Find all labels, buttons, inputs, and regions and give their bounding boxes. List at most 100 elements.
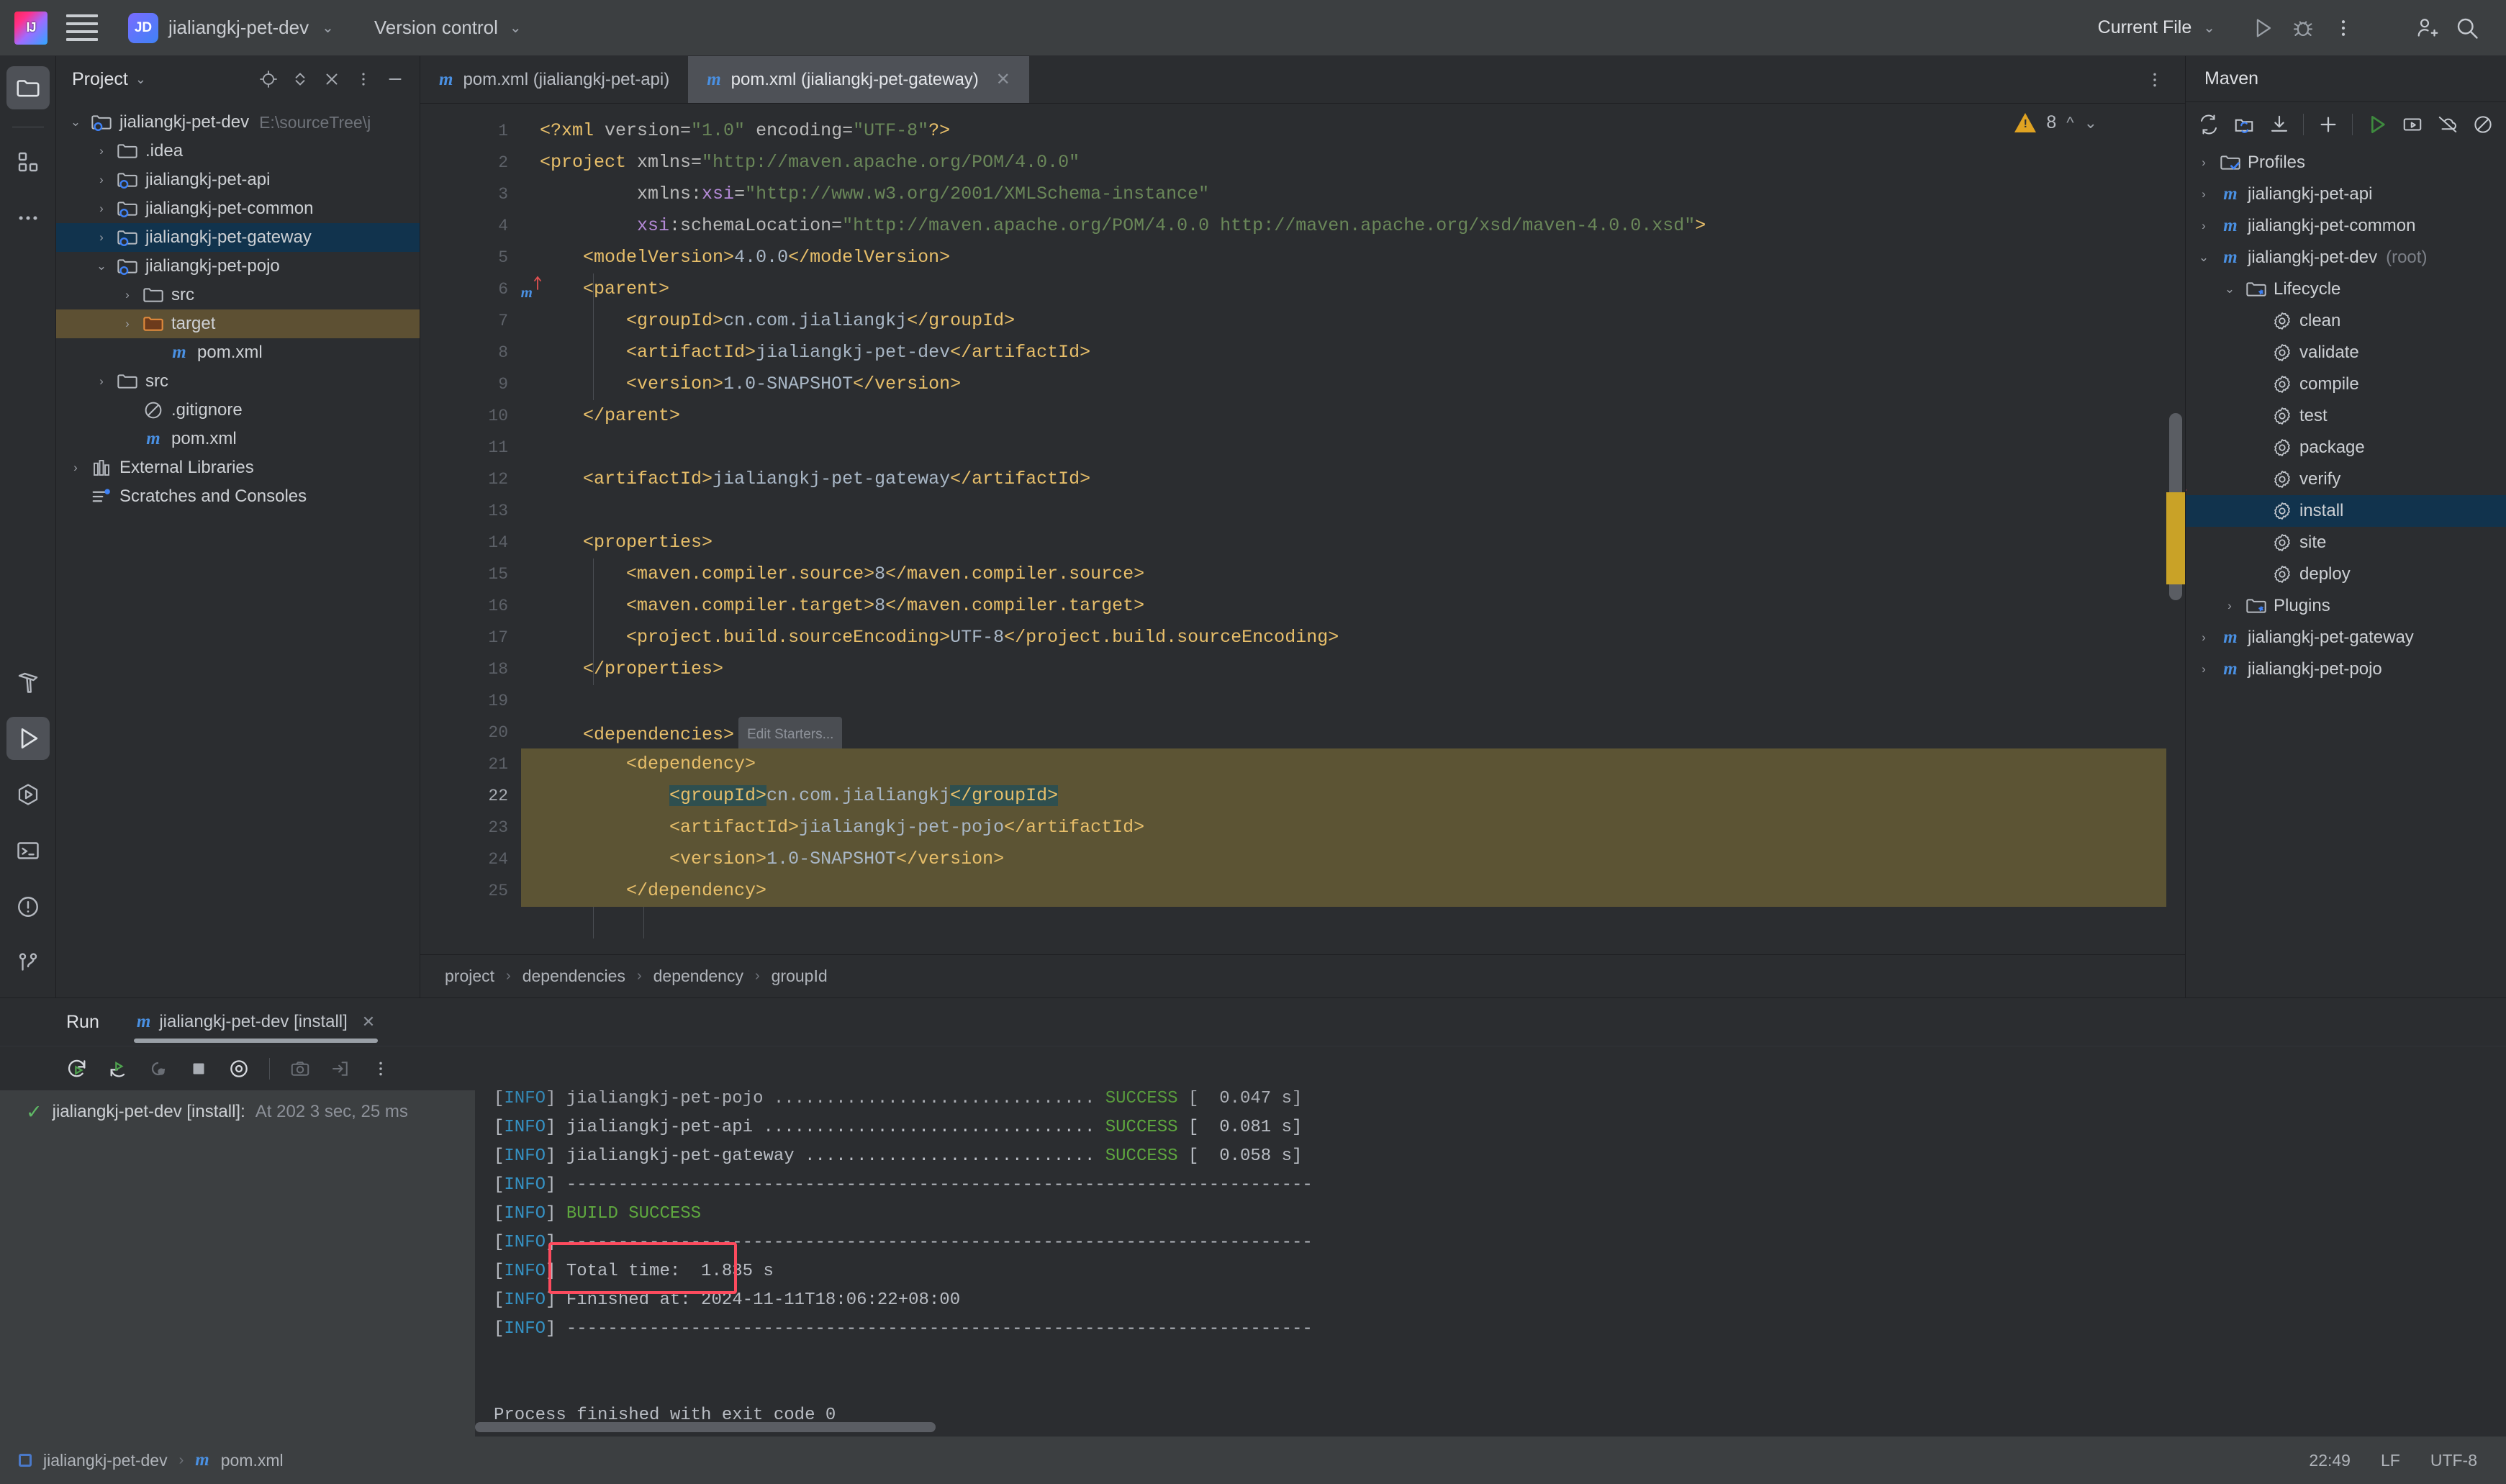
- services-icon[interactable]: [6, 773, 50, 816]
- run-tab[interactable]: m jialiangkj-pet-dev [install] ✕: [127, 998, 385, 1046]
- project-tree-item[interactable]: › target: [56, 309, 420, 338]
- stop-icon[interactable]: [181, 1051, 216, 1086]
- code-line[interactable]: [521, 432, 2185, 463]
- chevron-right-icon[interactable]: ›: [2191, 155, 2216, 170]
- project-tree-item[interactable]: › jialiangkj-pet-gateway: [56, 223, 420, 252]
- line-separator-label[interactable]: LF: [2381, 1451, 2400, 1470]
- project-tree-item[interactable]: Scratches and Consoles: [56, 482, 420, 511]
- editor-tab[interactable]: m pom.xml (jialiangkj-pet-gateway) ✕: [688, 56, 1029, 103]
- options-icon[interactable]: [349, 65, 378, 94]
- reload-project-icon[interactable]: [2227, 107, 2261, 142]
- code-line[interactable]: xsi:schemaLocation="http://maven.apache.…: [521, 210, 2185, 242]
- breadcrumb-item[interactable]: project: [445, 967, 494, 986]
- code-line[interactable]: <properties>: [521, 527, 2185, 558]
- code-line[interactable]: <maven.compiler.source>8</maven.compiler…: [521, 558, 2185, 590]
- project-tree-item[interactable]: .gitignore: [56, 396, 420, 425]
- maven-tree-item[interactable]: › m jialiangkj-pet-pojo: [2186, 653, 2506, 685]
- encoding-label[interactable]: UTF-8: [2430, 1451, 2477, 1470]
- chevron-right-icon[interactable]: ›: [2217, 599, 2242, 613]
- chevron-down-icon[interactable]: ⌄: [89, 259, 114, 273]
- maven-tree-item[interactable]: › m jialiangkj-pet-gateway: [2186, 622, 2506, 653]
- maven-tree-item[interactable]: compile: [2186, 368, 2506, 400]
- project-tree-item[interactable]: › jialiangkj-pet-api: [56, 166, 420, 194]
- problems-icon[interactable]: [6, 885, 50, 928]
- version-control-menu[interactable]: Version control ⌄: [374, 17, 522, 39]
- project-tree-item[interactable]: › .idea: [56, 137, 420, 166]
- run-icon[interactable]: [6, 717, 50, 760]
- code-line[interactable]: <dependency>: [521, 748, 2185, 780]
- editor-tab[interactable]: m pom.xml (jialiangkj-pet-api): [420, 56, 688, 103]
- code-line[interactable]: <project xmlns="http://maven.apache.org/…: [521, 147, 2185, 178]
- maven-tree-item[interactable]: validate: [2186, 337, 2506, 368]
- expand-collapse-icon[interactable]: [286, 65, 315, 94]
- project-tree-item[interactable]: › src: [56, 367, 420, 396]
- chevron-down-icon[interactable]: ⌄: [2217, 282, 2242, 297]
- chevron-down-icon[interactable]: ⌄: [63, 115, 88, 130]
- chevron-right-icon[interactable]: ›: [89, 230, 114, 245]
- toggle-soft-wrap-icon[interactable]: [222, 1051, 256, 1086]
- console-horizontal-scrollbar[interactable]: [475, 1422, 936, 1432]
- toggle-offline-icon[interactable]: [2431, 107, 2465, 142]
- chevron-down-icon[interactable]: ⌄: [2084, 114, 2097, 132]
- chevron-right-icon[interactable]: ›: [2191, 219, 2216, 233]
- maven-tree-item[interactable]: › m jialiangkj-pet-common: [2186, 210, 2506, 242]
- chevron-right-icon[interactable]: ›: [63, 461, 88, 475]
- editor-scrollbar[interactable]: [2166, 104, 2185, 954]
- project-tree-item[interactable]: › src: [56, 281, 420, 309]
- code-line[interactable]: </dependency>: [521, 875, 2185, 907]
- chevron-right-icon[interactable]: ›: [2191, 662, 2216, 677]
- more-vertical-icon[interactable]: [2140, 65, 2169, 94]
- maven-tree-item[interactable]: ⌄ Lifecycle: [2186, 273, 2506, 305]
- maven-tree-item[interactable]: › Profiles: [2186, 147, 2506, 178]
- code-line[interactable]: </parent>: [521, 400, 2185, 432]
- debug-icon[interactable]: [2283, 8, 2323, 48]
- collapse-all-icon[interactable]: [317, 65, 346, 94]
- hamburger-menu-icon[interactable]: [66, 12, 98, 44]
- rerun-failed-icon[interactable]: [101, 1051, 135, 1086]
- code-line[interactable]: <artifactId>jialiangkj-pet-pojo</artifac…: [521, 812, 2185, 843]
- hide-icon[interactable]: [381, 65, 410, 94]
- code-line[interactable]: [521, 495, 2185, 527]
- skip-tests-icon[interactable]: [2466, 107, 2500, 142]
- reload-all-icon[interactable]: [2191, 107, 2225, 142]
- project-tree-item[interactable]: m pom.xml: [56, 425, 420, 453]
- maven-tree-item[interactable]: site: [2186, 527, 2506, 558]
- chevron-right-icon[interactable]: ›: [89, 374, 114, 389]
- code-line[interactable]: <modelVersion>4.0.0</modelVersion>: [521, 242, 2185, 273]
- project-tree-item[interactable]: ⌄ jialiangkj-pet-dev E:\sourceTree\j: [56, 108, 420, 137]
- code-line[interactable]: [521, 685, 2185, 717]
- close-icon[interactable]: ✕: [996, 69, 1010, 90]
- maven-tree-item[interactable]: › m jialiangkj-pet-api: [2186, 178, 2506, 210]
- maven-tree-item[interactable]: clean: [2186, 305, 2506, 337]
- close-icon[interactable]: ✕: [362, 1013, 375, 1031]
- project-tree-item[interactable]: › External Libraries: [56, 453, 420, 482]
- project-icon[interactable]: [6, 66, 50, 109]
- project-tree-item[interactable]: ⌄ jialiangkj-pet-pojo: [56, 252, 420, 281]
- structure-icon[interactable]: [6, 140, 50, 184]
- code-line[interactable]: <maven.compiler.target>8</maven.compiler…: [521, 590, 2185, 622]
- more-vertical-icon[interactable]: [363, 1051, 398, 1086]
- rerun-icon[interactable]: [60, 1051, 95, 1086]
- maven-tree-item[interactable]: test: [2186, 400, 2506, 432]
- maven-tree-item[interactable]: package: [2186, 432, 2506, 463]
- chevron-up-icon[interactable]: ^: [2066, 114, 2073, 132]
- chevron-right-icon[interactable]: ›: [89, 202, 114, 216]
- code-line[interactable]: <?xml version="1.0" encoding="UTF-8"?>: [521, 115, 2185, 147]
- terminal-icon[interactable]: [6, 829, 50, 872]
- maven-tree-item[interactable]: › Plugins: [2186, 590, 2506, 622]
- add-maven-project-icon[interactable]: [2311, 107, 2345, 142]
- breadcrumb-item[interactable]: dependency: [653, 967, 743, 986]
- more-vertical-icon[interactable]: [2323, 8, 2363, 48]
- editor-code[interactable]: <?xml version="1.0" encoding="UTF-8"?> <p…: [521, 104, 2185, 954]
- code-line[interactable]: <artifactId>jialiangkj-pet-dev</artifact…: [521, 337, 2185, 368]
- code-line[interactable]: xmlns:xsi="http://www.w3.org/2001/XMLSch…: [521, 178, 2185, 210]
- maven-tree-item[interactable]: verify: [2186, 463, 2506, 495]
- editor-gutter[interactable]: 1 2 3 4 5 6 m 7 8 9 10 11 12 13 14 15 16 17 18 19 20 21 22 23 24…: [420, 104, 541, 954]
- maven-tree-item[interactable]: deploy: [2186, 558, 2506, 590]
- chevron-right-icon[interactable]: ›: [89, 144, 114, 158]
- code-line[interactable]: <project.build.sourceEncoding>UTF-8</pro…: [521, 622, 2185, 653]
- code-line[interactable]: <groupId>cn.com.jialiangkj</groupId>: [521, 305, 2185, 337]
- project-tree-item[interactable]: m pom.xml: [56, 338, 420, 367]
- code-line[interactable]: <dependencies> Edit Starters...: [521, 717, 2185, 753]
- chevron-down-icon[interactable]: ⌄: [2191, 250, 2216, 265]
